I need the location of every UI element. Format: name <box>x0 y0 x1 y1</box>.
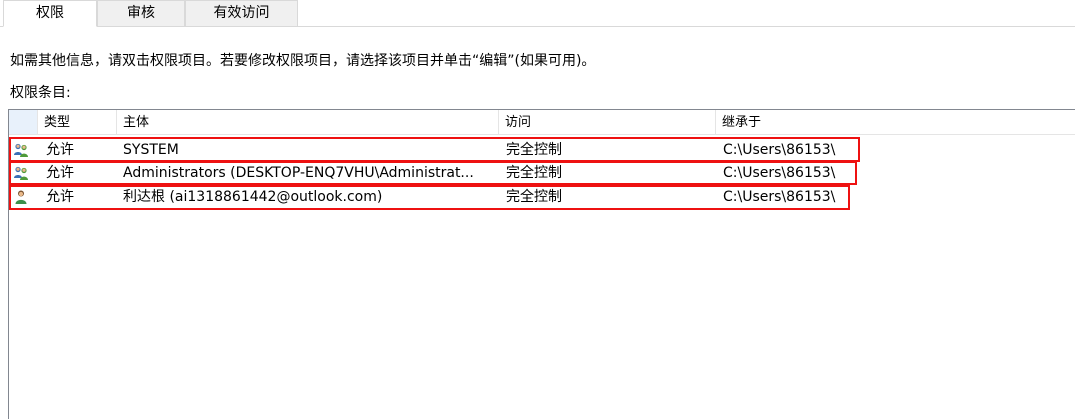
header-principal[interactable]: 主体 <box>117 110 499 134</box>
tab-strip-divider <box>0 26 1075 27</box>
header-inherited-from[interactable]: 继承于 <box>716 110 1075 134</box>
permission-entries-list[interactable]: 类型 主体 访问 继承于 允许 SYSTEM 完全控制 C:\Users\861… <box>8 109 1075 419</box>
row-inherited-from: C:\Users\86153\ <box>723 165 836 181</box>
table-row[interactable]: 允许 SYSTEM 完全控制 C:\Users\86153\ <box>9 139 869 162</box>
row-principal: Administrators (DESKTOP-ENQ7VHU\Administ… <box>123 165 474 181</box>
tab-effective-access[interactable]: 有效访问 <box>185 0 298 26</box>
info-text: 如需其他信息，请双击权限项目。若要修改权限项目，请选择该项目并单击“编辑”(如果… <box>10 53 596 69</box>
row-access: 完全控制 <box>506 142 562 158</box>
row-principal: SYSTEM <box>123 142 179 158</box>
tab-auditing[interactable]: 审核 <box>97 0 185 26</box>
row-inherited-from: C:\Users\86153\ <box>723 142 836 158</box>
permission-entries-label: 权限条目: <box>10 85 71 101</box>
tab-strip: 权限 审核 有效访问 <box>0 0 1075 27</box>
group-users-icon <box>13 165 29 181</box>
header-icon-column[interactable] <box>9 110 38 134</box>
row-access: 完全控制 <box>506 165 562 181</box>
row-type: 允许 <box>46 165 74 181</box>
row-inherited-from: C:\Users\86153\ <box>723 189 836 205</box>
header-access[interactable]: 访问 <box>499 110 716 134</box>
row-principal: 利达根 (ai1318861442@outlook.com) <box>123 189 383 205</box>
tab-permissions[interactable]: 权限 <box>3 0 97 27</box>
list-header: 类型 主体 访问 继承于 <box>9 110 1075 135</box>
table-row[interactable]: 允许 Administrators (DESKTOP-ENQ7VHU\Admin… <box>9 162 869 185</box>
row-type: 允许 <box>46 142 74 158</box>
table-row[interactable]: 允许 利达根 (ai1318861442@outlook.com) 完全控制 C… <box>9 186 869 209</box>
single-user-icon <box>13 189 29 205</box>
header-type[interactable]: 类型 <box>38 110 117 134</box>
group-users-icon <box>13 142 29 158</box>
row-type: 允许 <box>46 189 74 205</box>
row-access: 完全控制 <box>506 189 562 205</box>
